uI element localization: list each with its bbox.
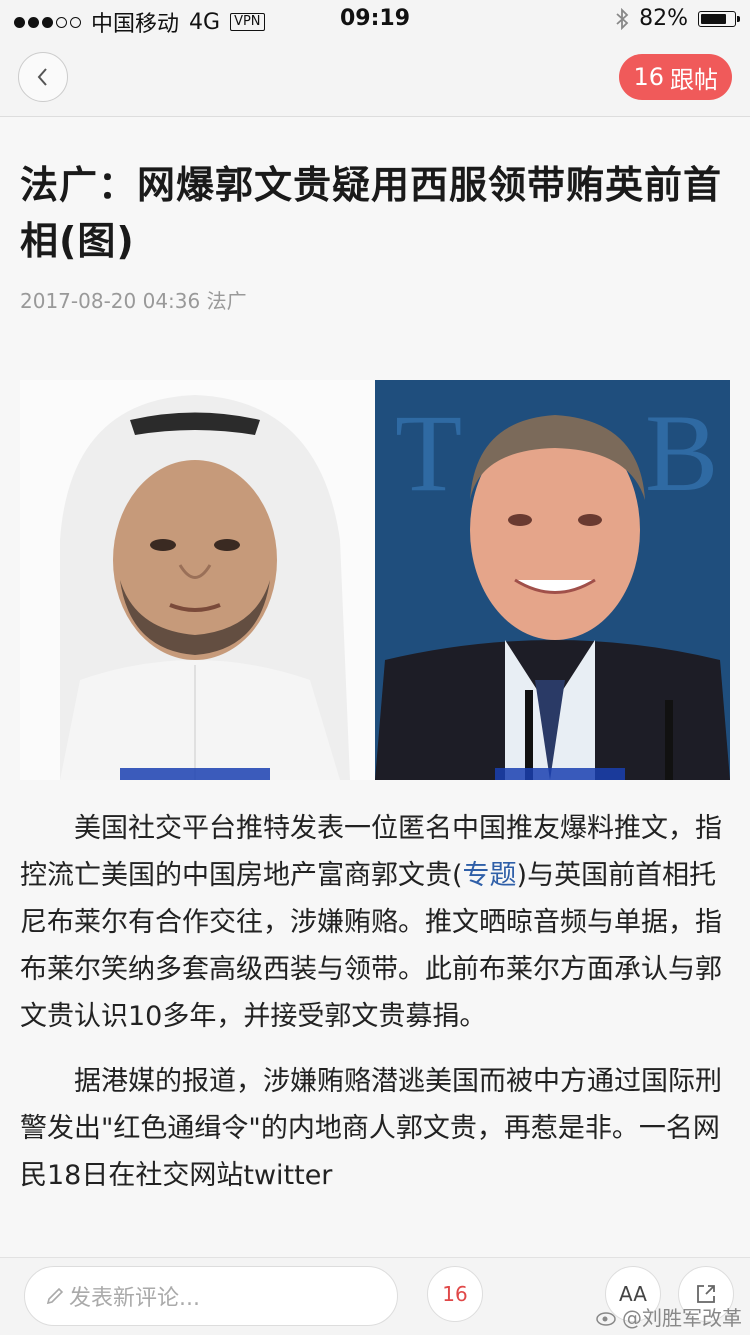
bluetooth-icon [616, 7, 629, 30]
comment-input[interactable]: 发表新评论... [24, 1266, 398, 1326]
status-right: 82% [615, 6, 740, 31]
photo-right-portrait: T B [375, 380, 730, 780]
battery-fill [701, 13, 726, 24]
svg-text:T: T [395, 392, 462, 514]
follow-label: 跟帖 [670, 65, 718, 94]
follow-count: 16 [633, 63, 664, 91]
article: 法广：网爆郭文贵疑用西服领带贿英前首相(图) 2017-08-20 04:36 … [0, 117, 750, 1257]
watermark: @刘胜军改革 [596, 1302, 742, 1331]
chevron-left-icon [37, 68, 47, 86]
comment-count: 16 [442, 1282, 468, 1306]
weibo-logo-icon [596, 1311, 616, 1326]
photo-left-portrait [20, 380, 375, 780]
follow-post-button[interactable]: 16 跟帖 [619, 54, 732, 100]
article-date: 2017-08-20 04:36 [20, 289, 201, 313]
comment-placeholder: 发表新评论... [69, 1286, 200, 1311]
svg-text:B: B [645, 392, 718, 514]
nav-bar: 16 跟帖 [0, 40, 750, 117]
article-meta: 2017-08-20 04:36 法广 [20, 285, 247, 314]
article-photo[interactable]: T B [20, 380, 730, 780]
status-bar: 中国移动 4G VPN 09:19 82% [0, 0, 750, 40]
comment-count-button[interactable]: 16 [427, 1266, 483, 1322]
bottom-bar: 发表新评论... 16 AA @刘胜军改革 [0, 1257, 750, 1335]
battery-percent: 82% [639, 6, 688, 31]
topic-link[interactable]: 专题 [463, 860, 517, 891]
article-body: 美国社交平台推特发表一位匿名中国推友爆料推文，指控流亡美国的中国房地产富商郭文贵… [20, 805, 732, 1217]
back-button[interactable] [18, 52, 68, 102]
battery-icon [698, 10, 740, 27]
paragraph-1: 美国社交平台推特发表一位匿名中国推友爆料推文，指控流亡美国的中国房地产富商郭文贵… [20, 805, 732, 1040]
article-title: 法广：网爆郭文贵疑用西服领带贿英前首相(图) [20, 163, 723, 263]
article-source: 法广 [206, 289, 247, 313]
paragraph-2: 据港媒的报道，涉嫌贿赂潜逃美国而被中方通过国际刑警发出"红色通缉令"的内地商人郭… [20, 1066, 722, 1191]
watermark-text: @刘胜军改革 [622, 1306, 742, 1330]
pencil-icon [46, 1287, 64, 1305]
